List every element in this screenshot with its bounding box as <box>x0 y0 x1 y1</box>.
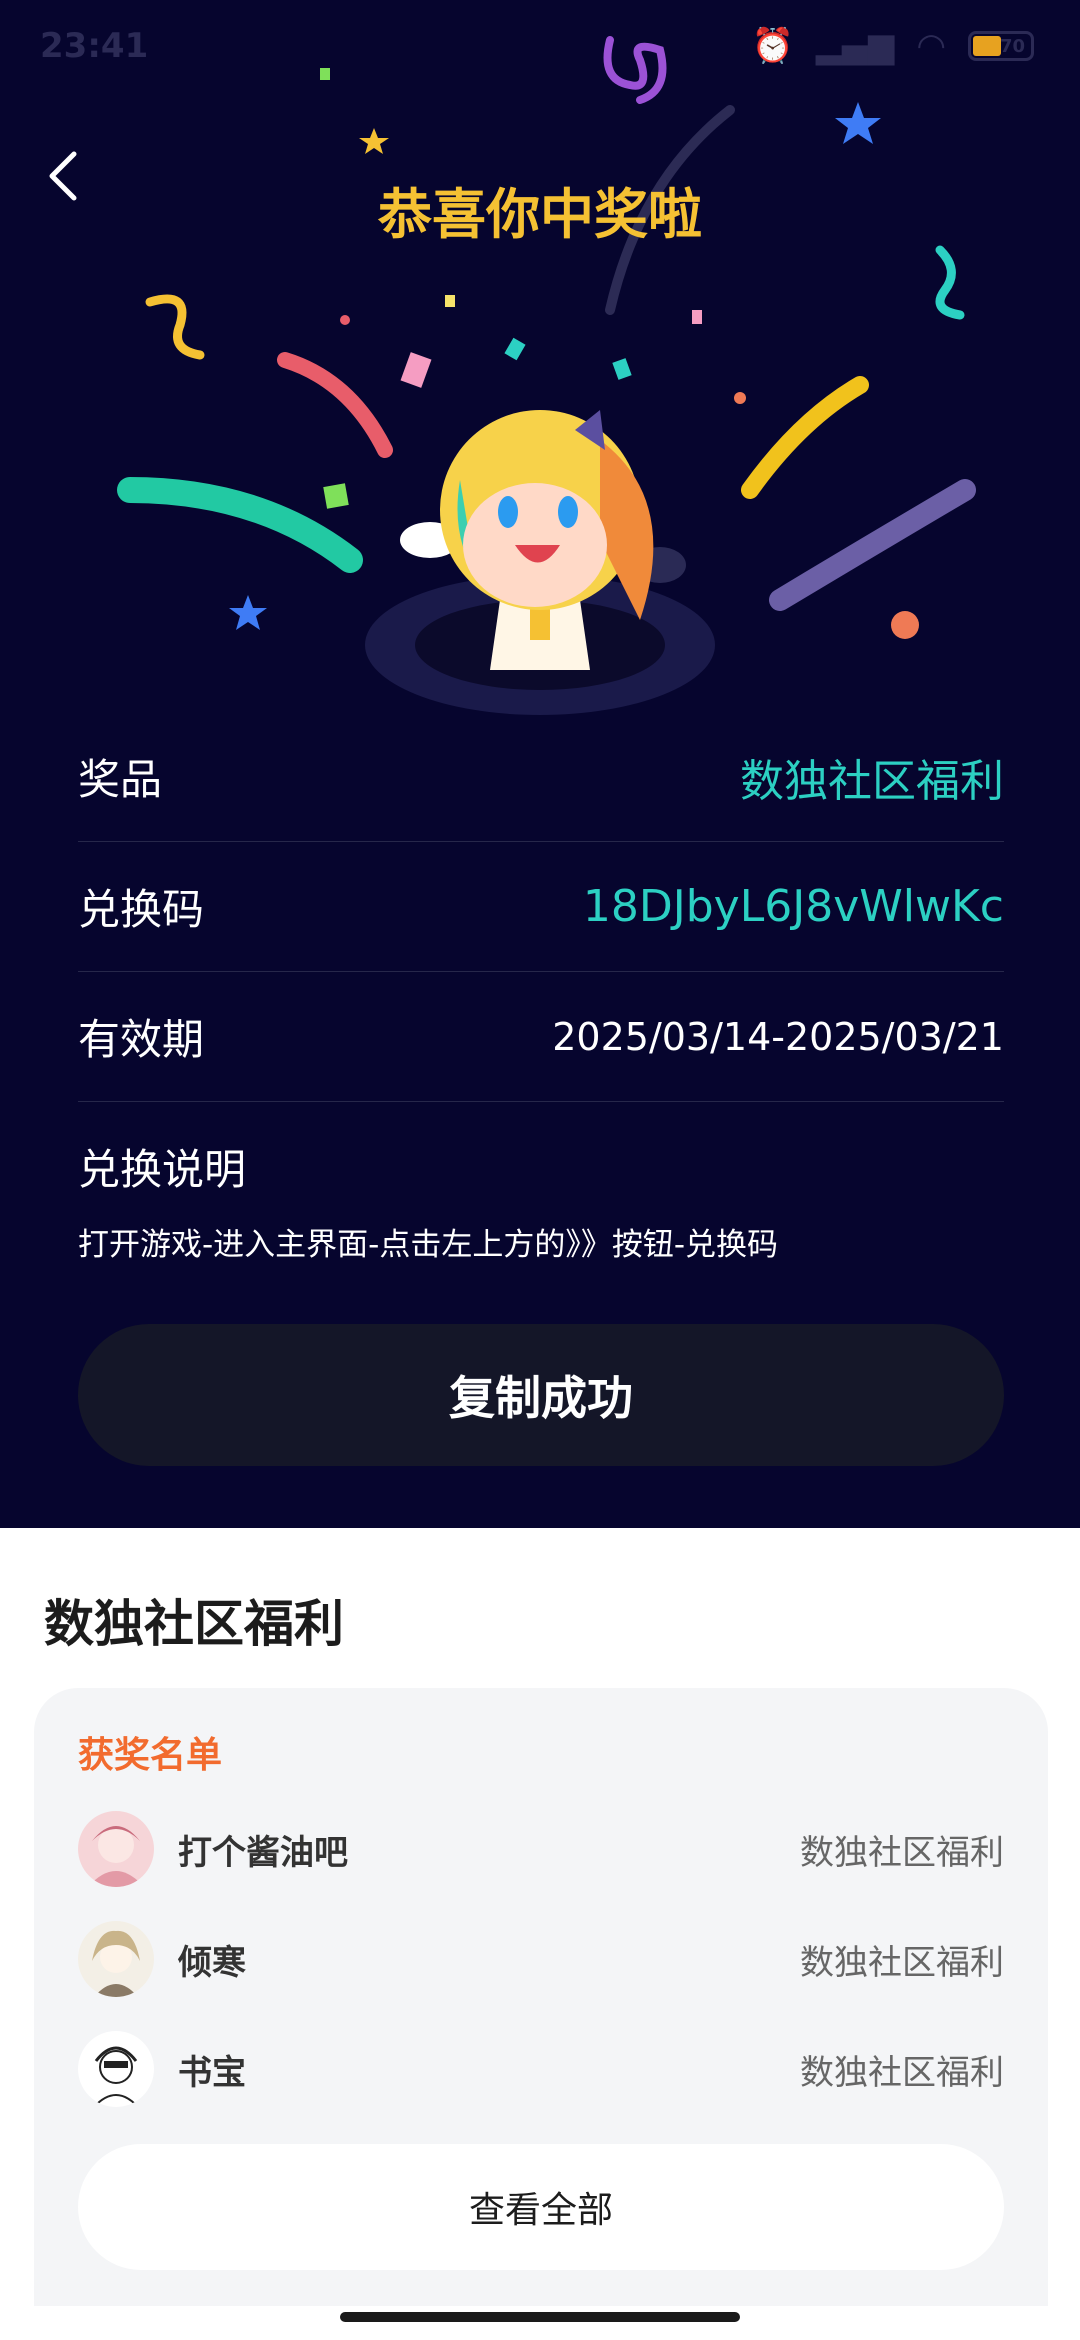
redemption-code[interactable]: 18DJbyL6J8vWlwKc <box>583 881 1004 932</box>
winner-prize: 数独社区福利 <box>800 2052 1004 2093</box>
avatar <box>78 2031 154 2107</box>
view-all-button[interactable]: 查看全部 <box>78 2144 1004 2270</box>
instructions-text: 打开游戏-进入主界面-点击左上方的》》按钮-兑换码 <box>78 1227 779 1263</box>
winner-row[interactable]: 倾寒 数独社区福利 <box>78 1920 1004 1998</box>
winner-prize: 数独社区福利 <box>800 1942 1004 1983</box>
home-indicator[interactable] <box>340 2312 740 2322</box>
signal-icon: ▂▄▆ <box>815 26 895 66</box>
status-bar: 23:41 ⏰ ▂▄▆ ◠ 70 <box>0 0 1080 96</box>
code-label: 兑换码 <box>78 885 205 934</box>
alarm-icon: ⏰ <box>751 26 794 66</box>
avatar <box>78 1811 154 1887</box>
prize-panel: 23:41 ⏰ ▂▄▆ ◠ 70 恭喜你中奖啦 奖品 数独社区福利 兑换码 18… <box>0 0 1080 1528</box>
battery-level: 70 <box>999 36 1025 57</box>
wifi-icon: ◠ <box>916 26 946 66</box>
winner-name: 倾寒 <box>178 1942 246 1983</box>
validity-value: 2025/03/14-2025/03/21 <box>552 1014 1004 1059</box>
winners-title: 获奖名单 <box>78 1735 223 1776</box>
winners-card: 获奖名单 打个酱油吧 数独社区福利 倾寒 数独社区福利 书宝 数独社区福利 查看… <box>34 1688 1048 2306</box>
code-row: 兑换码 18DJbyL6J8vWlwKc <box>78 842 1004 972</box>
validity-label: 有效期 <box>78 1015 205 1064</box>
prize-details: 奖品 数独社区福利 兑换码 18DJbyL6J8vWlwKc 有效期 2025/… <box>78 712 1004 1264</box>
winner-prize: 数独社区福利 <box>800 1832 1004 1873</box>
winner-name: 书宝 <box>178 2052 246 2093</box>
status-time: 23:41 <box>40 26 149 66</box>
instructions-label: 兑换说明 <box>78 1145 247 1194</box>
winner-row[interactable]: 书宝 数独社区福利 <box>78 2030 1004 2108</box>
copy-code-button[interactable]: 复制成功 <box>78 1324 1004 1466</box>
page-title: 恭喜你中奖啦 <box>378 183 702 246</box>
prize-value: 数独社区福利 <box>740 755 1004 807</box>
prize-row: 奖品 数独社区福利 <box>78 712 1004 842</box>
instructions: 兑换说明 打开游戏-进入主界面-点击左上方的》》按钮-兑换码 <box>78 1102 1004 1264</box>
validity-row: 有效期 2025/03/14-2025/03/21 <box>78 972 1004 1102</box>
winner-row[interactable]: 打个酱油吧 数独社区福利 <box>78 1810 1004 1888</box>
prize-label: 奖品 <box>78 755 163 804</box>
status-icons: ⏰ ▂▄▆ ◠ 70 <box>752 26 1034 66</box>
battery-icon: 70 <box>968 31 1034 61</box>
celebration-illustration <box>117 36 976 715</box>
winner-name: 打个酱油吧 <box>178 1832 348 1873</box>
avatar <box>78 1921 154 1997</box>
section-title: 数独社区福利 <box>44 1595 344 1653</box>
